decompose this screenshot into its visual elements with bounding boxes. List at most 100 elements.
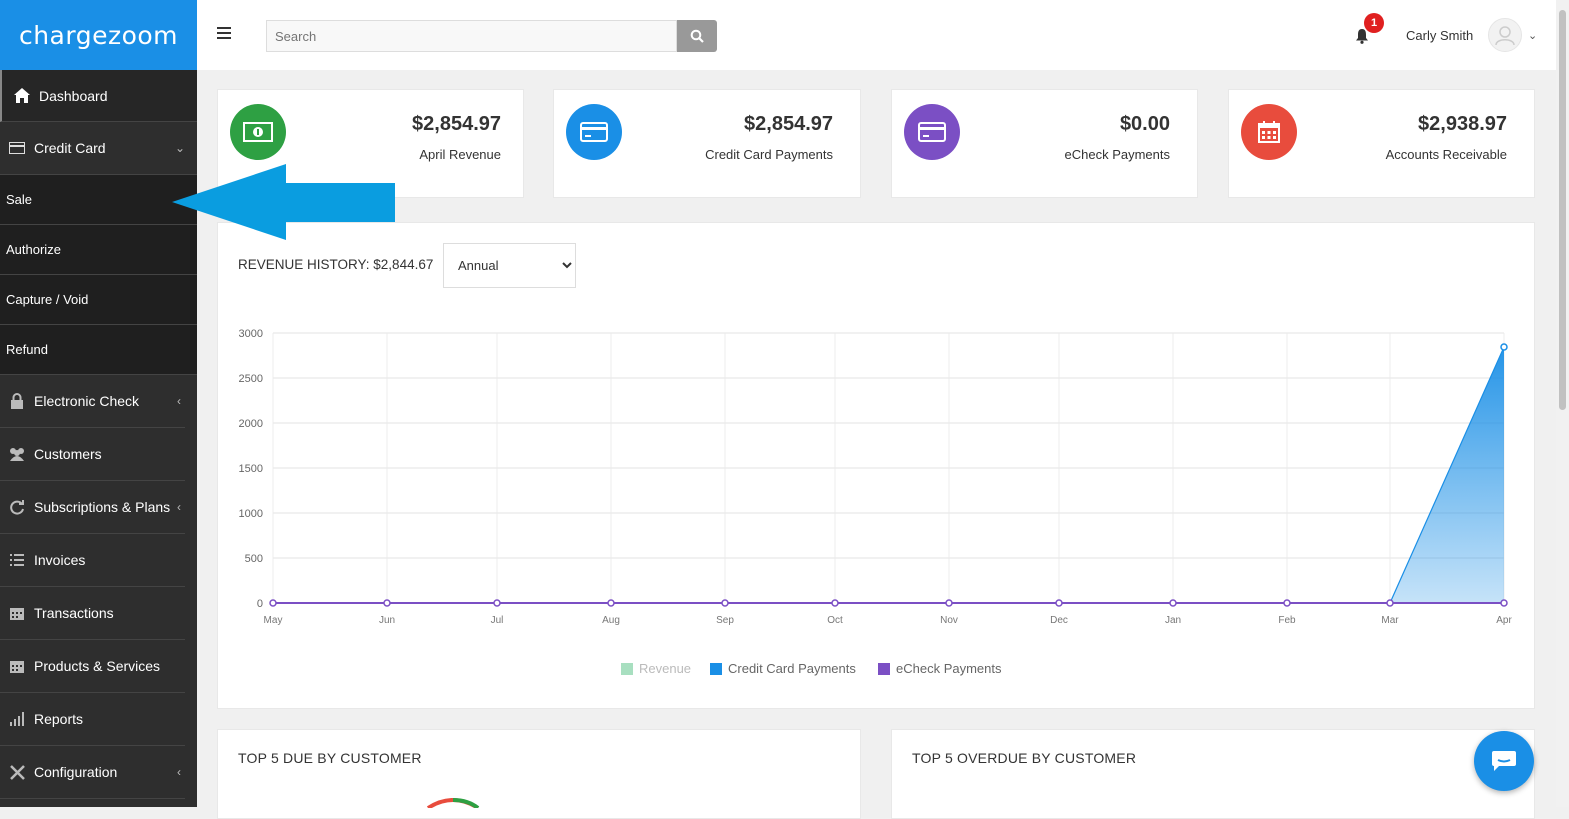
- search-button[interactable]: [677, 20, 717, 52]
- sidebar-item-label: Subscriptions & Plans: [34, 499, 171, 515]
- sidebar-item-dashboard[interactable]: Dashboard: [0, 70, 197, 122]
- stat-label: eCheck Payments: [1064, 147, 1171, 162]
- data-point-echeck-payments: [383, 599, 391, 607]
- calendar-icon: [7, 605, 27, 621]
- sidebar-subitem-refund[interactable]: Refund: [0, 325, 197, 375]
- legend-item-echeck-payments[interactable]: eCheck Payments: [878, 661, 1002, 676]
- legend-label: Revenue: [639, 661, 692, 676]
- sidebar-item-label: Transactions: [34, 605, 114, 621]
- sidebar-subitem-label: Capture / Void: [6, 292, 89, 307]
- stat-label: Accounts Receivable: [1385, 147, 1507, 162]
- chevron-down-icon: ⌄: [174, 141, 185, 155]
- data-point-echeck-payments: [1169, 599, 1177, 607]
- sidebar-subitem-capture-void[interactable]: Capture / Void: [0, 275, 197, 325]
- sidebar-subitem-authorize[interactable]: Authorize: [0, 225, 197, 275]
- y-tick-label: 0: [257, 598, 263, 610]
- x-tick-label: Feb: [1278, 615, 1296, 626]
- sidebar-item-label: Configuration: [34, 764, 118, 780]
- data-point-echeck-payments: [607, 599, 615, 607]
- x-tick-label: Aug: [602, 615, 620, 626]
- legend-swatch: [878, 662, 890, 675]
- cash-icon: [230, 104, 286, 160]
- chat-button[interactable]: [1474, 731, 1534, 791]
- period-select[interactable]: Annual: [443, 243, 576, 288]
- x-tick-label: Sep: [716, 615, 734, 626]
- sidebar-item-credit-card[interactable]: Credit Card ⌄: [0, 122, 197, 175]
- data-point-echeck-payments: [269, 599, 277, 607]
- stat-card-echeck-payments: $0.00 eCheck Payments: [891, 89, 1198, 198]
- sidebar-item-products-services[interactable]: Products & Services: [0, 640, 185, 693]
- top-bar: 1 Carly Smith ⌄: [197, 0, 1556, 70]
- x-tick-label: Jul: [491, 615, 504, 626]
- stat-label: April Revenue: [419, 147, 501, 162]
- annotation-arrow: [172, 164, 395, 240]
- data-point-echeck-payments: [721, 599, 729, 607]
- x-tick-label: Dec: [1050, 615, 1068, 626]
- top-overdue-panel: TOP 5 OVERDUE BY CUSTOMER: [891, 729, 1535, 819]
- sidebar-item-label: Electronic Check: [34, 393, 140, 409]
- user-icon: [1495, 26, 1515, 46]
- home-icon: [12, 88, 32, 104]
- credit-card-icon: [7, 140, 27, 156]
- refresh-icon: [7, 499, 27, 515]
- stat-card-credit-card-payments: $2,854.97 Credit Card Payments: [553, 89, 861, 198]
- scrollbar-thumb[interactable]: [1559, 10, 1566, 410]
- y-tick-label: 2000: [239, 418, 263, 430]
- series-area-credit-card-payments: [273, 346, 1504, 603]
- sidebar-item-subscriptions-plans[interactable]: Subscriptions & Plans ‹: [0, 481, 185, 534]
- x-tick-label: Jun: [379, 615, 395, 626]
- scrollbar[interactable]: [1556, 0, 1569, 807]
- sidebar-item-transactions[interactable]: Transactions: [0, 587, 185, 640]
- sidebar-subitem-sale[interactable]: Sale: [0, 175, 197, 225]
- avatar[interactable]: [1488, 18, 1522, 52]
- y-tick-label: 1500: [239, 463, 263, 475]
- chevron-left-icon: ‹: [177, 500, 181, 514]
- data-point-echeck-payments: [1055, 599, 1063, 607]
- sidebar-subitem-label: Sale: [6, 192, 33, 207]
- y-tick-label: 1000: [239, 508, 263, 520]
- data-point-echeck-payments: [493, 599, 501, 607]
- legend-label: eCheck Payments: [896, 661, 1002, 676]
- sidebar-item-configuration[interactable]: Configuration ‹: [0, 746, 185, 799]
- sidebar-item-customers[interactable]: Customers: [0, 428, 185, 481]
- chat-icon: [1492, 751, 1516, 771]
- stat-label: Credit Card Payments: [705, 147, 833, 162]
- sidebar-item-reports[interactable]: Reports: [0, 693, 185, 746]
- sidebar: chargezoom Dashboard Credit Card ⌄ Sale …: [0, 0, 197, 807]
- data-point-echeck-payments: [1500, 599, 1508, 607]
- legend-swatch: [710, 662, 722, 675]
- data-point-echeck-payments: [831, 599, 839, 607]
- panel-title: TOP 5 OVERDUE BY CUSTOMER: [912, 750, 1137, 766]
- credit-card-icon: [566, 104, 622, 160]
- search-input[interactable]: [266, 20, 677, 52]
- hamburger-menu-icon[interactable]: [217, 27, 231, 41]
- data-point-credit-card-payments: [1500, 343, 1508, 351]
- sidebar-item-label: Products & Services: [34, 658, 161, 674]
- user-name[interactable]: Carly Smith: [1406, 28, 1473, 43]
- chevron-down-icon[interactable]: ⌄: [1528, 29, 1537, 42]
- legend-swatch: [621, 662, 633, 675]
- y-tick-label: 3000: [239, 328, 263, 340]
- revenue-history-panel: 0 500 1000 1500 2000 2500 3000 May Jun Jul Aug Sep O…: [217, 222, 1535, 709]
- lock-icon: [7, 393, 27, 409]
- y-tick-label: 500: [245, 553, 263, 565]
- calendar-icon: [7, 658, 27, 674]
- top-due-panel: TOP 5 DUE BY CUSTOMER: [217, 729, 861, 819]
- logo[interactable]: chargezoom: [0, 0, 197, 70]
- legend-item-revenue[interactable]: Revenue: [621, 661, 691, 676]
- credit-card-icon: [904, 104, 960, 160]
- bar-chart-icon: [7, 711, 27, 727]
- x-tick-label: May: [264, 615, 283, 626]
- stat-card-accounts-receivable: $2,938.97 Accounts Receivable: [1228, 89, 1535, 198]
- y-tick-label: 2500: [239, 373, 263, 385]
- search-icon: [690, 29, 704, 43]
- stat-value: $2,938.97: [1418, 113, 1507, 135]
- sidebar-item-invoices[interactable]: Invoices: [0, 534, 185, 587]
- sidebar-item-electronic-check[interactable]: Electronic Check ‹: [0, 375, 185, 428]
- wrench-icon: [7, 764, 27, 780]
- x-tick-label: Jan: [1165, 615, 1181, 626]
- sidebar-item-label: Reports: [34, 711, 84, 727]
- legend-item-credit-card-payments[interactable]: Credit Card Payments: [710, 661, 856, 676]
- chevron-left-icon: ‹: [177, 765, 181, 779]
- sidebar-item-label: Credit Card: [34, 140, 106, 156]
